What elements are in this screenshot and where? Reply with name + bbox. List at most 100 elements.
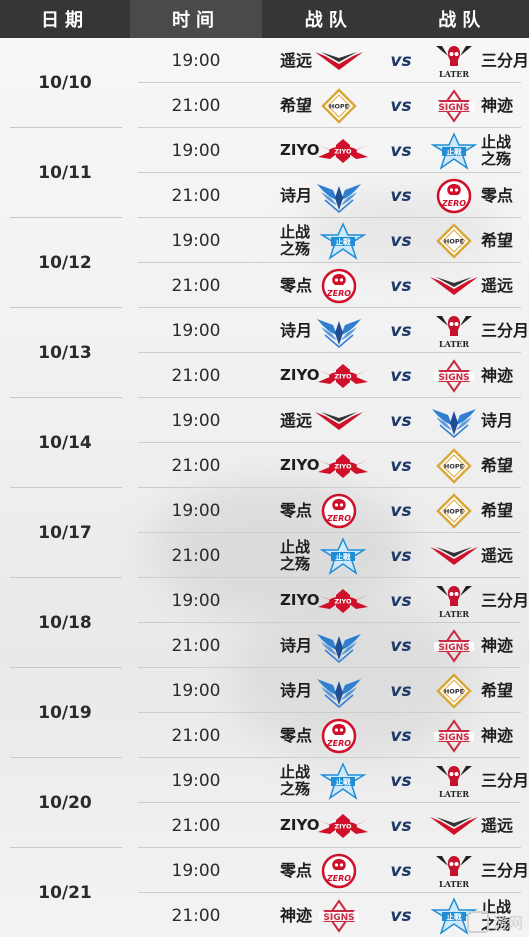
watermark-icon (466, 911, 489, 933)
team1-cell: 诗月 (280, 623, 366, 668)
zhizhan-logo: 止戰 (316, 761, 370, 801)
team2-cell: LATER 三分月 (427, 308, 529, 353)
later-logo: LATER (427, 41, 481, 81)
team2-cell: LATER 三分月 (427, 578, 529, 623)
match-time: 21:00 (171, 545, 221, 566)
hope-logo: HOPE (427, 446, 481, 486)
later-logo: LATER (427, 581, 481, 621)
vs-label: vs (390, 680, 412, 701)
svg-text:止戰: 止戰 (336, 236, 351, 246)
team2-name: 神迹 (481, 95, 514, 115)
team1-cell: 诗月 (280, 173, 366, 218)
match-time: 21:00 (171, 815, 221, 836)
vs-label: vs (390, 905, 412, 926)
match-row: 19:00 遥远 vs LATER 三分月 (130, 38, 529, 83)
match-row: 19:00 ZIYO ZIYO vs LATER 三分月 (130, 578, 529, 623)
hope-logo: HOPE (427, 671, 481, 711)
team1-name: 神迹 (280, 905, 313, 925)
team1-cell: 诗月 (280, 308, 366, 353)
team2-name: 止战之殇 (481, 132, 512, 168)
team2-cell: 诗月 (427, 398, 513, 443)
svg-text:止戰: 止戰 (336, 776, 351, 786)
svg-text:SIGNS: SIGNS (438, 373, 469, 383)
team1-cell: 零点 ZERO (280, 713, 366, 758)
date-cell: 10/14 (0, 398, 130, 488)
team2-cell: SIGNS 神迹 (427, 83, 513, 128)
team1-cell: ZIYO ZIYO (280, 443, 370, 488)
date-label: 10/12 (38, 253, 92, 273)
team2-name: 遥远 (481, 275, 514, 295)
team1-name: 希望 (280, 95, 313, 115)
zero-logo: ZERO (312, 851, 366, 891)
team1-cell: 止战之殇 止戰 (280, 758, 370, 803)
match-row: 19:00 诗月 vs HOPE 希望 (130, 668, 529, 713)
team1-name: 遥远 (280, 50, 313, 70)
team1-cell: 希望 HOPE (280, 83, 366, 128)
ziyo-logo: ZIYO (316, 581, 370, 621)
svg-text:ZIYO: ZIYO (334, 822, 352, 830)
svg-text:LATER: LATER (439, 609, 469, 619)
team1-cell: 神迹 SIGNS (280, 893, 366, 937)
date-label: 10/21 (38, 883, 92, 903)
signs-logo: SIGNS (427, 716, 481, 756)
team1-name: ZIYO (280, 141, 320, 159)
team1-cell: 止战之殇 止戰 (280, 533, 370, 578)
team2-cell: ZERO 零点 (427, 173, 513, 218)
team1-name: 止战之殇 (280, 537, 311, 573)
team2-name: 遥远 (481, 545, 514, 565)
yaoyuan-logo (427, 536, 481, 576)
team1-cell: ZIYO ZIYO (280, 578, 370, 623)
svg-text:LATER: LATER (439, 339, 469, 349)
match-time: 19:00 (171, 770, 221, 791)
svg-text:SIGNS: SIGNS (438, 733, 469, 743)
team2-name: 三分月 (480, 320, 529, 340)
team2-cell: SIGNS 神迹 (427, 623, 513, 668)
svg-text:SIGNS: SIGNS (438, 643, 469, 653)
team2-cell: HOPE 希望 (427, 218, 513, 263)
svg-text:ZIYO: ZIYO (334, 597, 352, 605)
match-time: 19:00 (171, 590, 221, 611)
yaoyuan-logo (312, 401, 366, 441)
team2-cell: SIGNS 神迹 (427, 353, 513, 398)
match-row: 19:00 遥远 vs 诗月 (130, 398, 529, 443)
vs-label: vs (390, 275, 412, 296)
date-cell: 10/13 (0, 308, 130, 398)
date-cell: 10/11 (0, 128, 130, 218)
later-logo: LATER (427, 311, 481, 351)
team2-name: 三分月 (480, 50, 529, 70)
date-cell: 10/17 (0, 488, 130, 578)
zhizhan-logo: 止戰 (316, 221, 370, 261)
vs-label: vs (390, 590, 412, 611)
team1-name: 止战之殇 (280, 222, 311, 258)
zero-logo: ZERO (427, 176, 481, 216)
team1-cell: 零点 ZERO (280, 488, 366, 533)
team1-cell: ZIYO ZIYO (280, 353, 370, 398)
team2-name: 三分月 (480, 770, 529, 790)
match-time: 21:00 (171, 95, 221, 116)
signs-logo: SIGNS (312, 896, 366, 936)
team2-name: 三分月 (480, 860, 529, 880)
vs-label: vs (390, 95, 412, 116)
team2-name: 希望 (481, 500, 514, 520)
header-teams: 战队 战队 (262, 0, 529, 38)
header-time: 时间 (130, 0, 262, 38)
team2-name: 零点 (481, 185, 514, 205)
vs-label: vs (390, 545, 412, 566)
vs-label: vs (390, 770, 412, 791)
vs-label: vs (390, 140, 412, 161)
team2-name: 希望 (481, 230, 514, 250)
zhizhan-logo: 止戰 (316, 536, 370, 576)
match-time: 21:00 (171, 365, 221, 386)
match-time: 19:00 (171, 680, 221, 701)
match-time: 21:00 (171, 275, 221, 296)
hope-logo: HOPE (427, 221, 481, 261)
match-row: 19:00 止战之殇 止戰 vs LATER 三分月 (130, 758, 529, 803)
hope-logo: HOPE (312, 86, 366, 126)
match-time: 21:00 (171, 725, 221, 746)
match-time: 19:00 (171, 320, 221, 341)
team2-name: 神迹 (481, 365, 514, 385)
date-label: 10/18 (38, 613, 92, 633)
match-row: 21:00 ZIYO ZIYO vs SIGNS 神迹 (130, 353, 529, 398)
svg-text:HOPE: HOPE (444, 507, 464, 515)
team2-cell: HOPE 希望 (427, 443, 513, 488)
